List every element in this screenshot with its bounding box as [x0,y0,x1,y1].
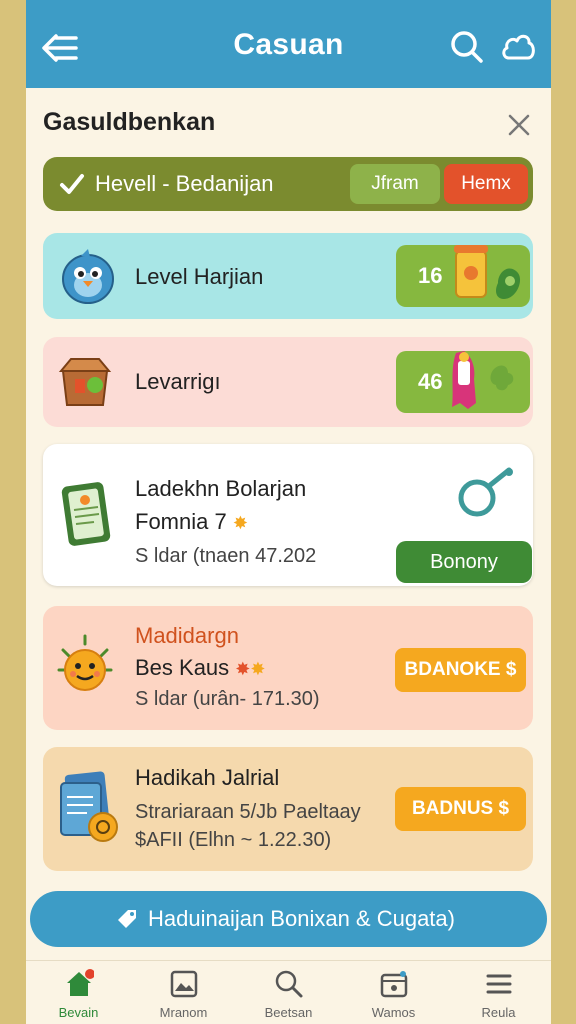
home-icon [67,969,94,996]
card-title: Ladekhn Bolarjan [135,476,307,501]
reward-card-5[interactable]: Hadikah Jalrial Strariaraan 5/Jb Paeltaa… [43,747,533,871]
sparkle-icon: ✸ [235,659,251,679]
card-title-line2: Fomnia 7 ✸ [135,509,248,534]
image-icon [170,970,198,998]
treasure-box-icon [58,358,112,406]
bonus-button[interactable]: BADNUS $ [395,787,526,831]
gift-character-icon [452,351,514,409]
reward-card-4[interactable]: Madidargn Bes Kaus ✸✸ S ldar (urân- 171.… [43,606,533,730]
calendar-icon [380,971,408,998]
level-badge: 46 [396,351,530,413]
search-icon [275,970,303,998]
nav-item-gallery[interactable]: Mranom [131,961,236,1024]
filter-label: Hevell - Bedanijan [95,171,274,196]
nav-item-menu[interactable]: Reula [446,961,551,1024]
reward-card-2[interactable]: Levarrigı 46 [43,337,533,427]
bonus-button[interactable]: BDANOKE $ [395,648,526,692]
card-subtitle: S ldar (tnaen 47.202 [135,545,317,567]
card-subtitle: S ldar (urân- 171.30) [135,688,320,710]
app-screen: Casuan Gasuldbenkan Hevell - Bedanijan J… [26,0,551,1024]
sun-character-icon [57,634,113,691]
filter-option-2[interactable]: Hemx [444,164,528,204]
top-bar: Casuan [26,0,551,88]
nav-label: Wamos [371,1005,416,1020]
close-icon[interactable] [506,112,532,138]
magnifier-key-icon [458,467,513,517]
search-icon[interactable] [450,30,484,64]
cloud-icon[interactable] [500,30,536,64]
level-badge: 16 [396,245,530,307]
sparkle-icon-2: ✸ [250,659,266,679]
tag-icon [118,910,136,928]
bird-mascot-icon [62,249,114,304]
badge-number: 16 [418,263,443,288]
nav-label: Mranom [159,1005,208,1020]
card-subtitle: Strariaraan 5/Jb Paeltaay [135,801,361,823]
menu-icon [486,974,512,994]
card-title: Level Harjian [135,264,264,289]
checkmark-icon [60,174,84,194]
card-title: Levarrigı [135,369,221,394]
tablet-icon [61,482,111,546]
card-title-line2: Bes Kaus ✸✸ [135,655,266,680]
sparkle-icon: ✸ [232,513,248,533]
reward-card-1[interactable]: Level Harjian 16 [43,233,533,319]
bottom-nav: Bevain Mranom Beetsan Wamos Reula [26,960,551,1024]
nav-item-calendar[interactable]: Wamos [341,961,446,1024]
nav-label: Bevain [58,1005,99,1020]
card-title: Madidargn [135,623,239,648]
card-title: Hadikah Jalrial [135,765,280,790]
nav-item-search[interactable]: Beetsan [236,961,341,1024]
filter-option-1[interactable]: Jfram [350,164,440,204]
section-title: Gasuldbenkan [43,108,216,136]
nav-label: Reula [481,1005,516,1020]
claim-button[interactable]: Bonony [396,541,532,583]
books-coins-icon [60,771,118,842]
main-action-label: Haduinaijan Bonixan & Cugata) [148,906,455,931]
main-action-button[interactable]: Haduinaijan Bonixan & Cugata) [30,891,547,947]
reward-card-3[interactable]: Ladekhn Bolarjan Fomnia 7 ✸ S ldar (tnae… [43,444,533,586]
filter-bar: Hevell - Bedanijan Jfram Hemx [43,157,533,211]
reward-jar-icon [454,245,521,299]
nav-label: Beetsan [264,1005,313,1020]
badge-number: 46 [418,369,443,394]
card-subtitle-2: $AFII (Elhn ~ 1.22.30) [135,829,332,851]
nav-item-home[interactable]: Bevain [26,961,131,1024]
